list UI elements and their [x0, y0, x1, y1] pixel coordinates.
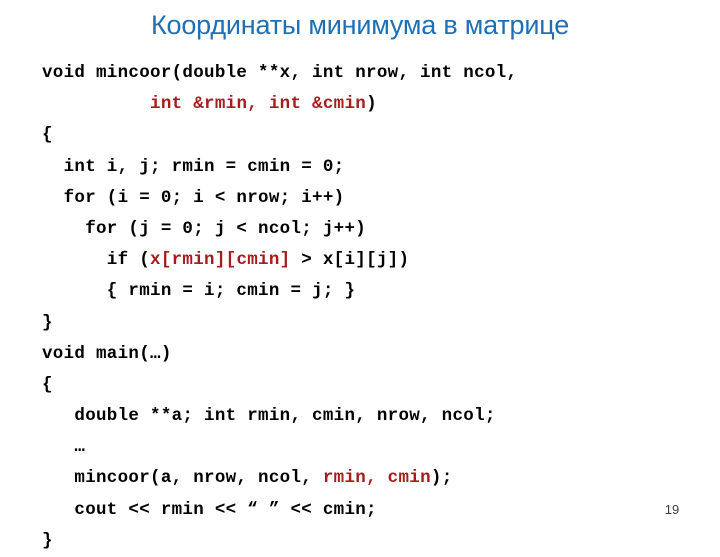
code-line: { — [42, 120, 692, 151]
code-line: … — [42, 432, 692, 463]
code-listing: void mincoor(double **x, int nrow, int n… — [42, 58, 692, 557]
code-line: } — [42, 308, 692, 339]
code-line: mincoor(a, nrow, ncol, rmin, cmin); — [42, 463, 692, 494]
code-token: { rmin = i; cmin = j; } — [42, 281, 356, 302]
code-line: } — [42, 526, 692, 557]
code-token: … — [42, 437, 86, 458]
slide-number: 19 — [664, 502, 680, 517]
code-line: void main(…) — [42, 339, 692, 370]
code-token: cout << rmin << “ ” << cmin; — [42, 499, 377, 520]
code-highlighted-token: rmin, cmin — [322, 468, 431, 489]
code-line: int &rmin, int &cmin) — [42, 89, 692, 120]
code-token: { — [42, 125, 53, 146]
code-token: double **a; int rmin, cmin, nrow, ncol; — [42, 406, 496, 427]
code-highlighted-token: x[rmin][cmin] — [150, 250, 291, 271]
code-token: void mincoor(double **x, int nrow, int n… — [42, 63, 518, 83]
page-title: Координаты минимума в матрице — [150, 10, 570, 40]
code-token: if ( — [42, 250, 151, 271]
code-token: ) — [366, 94, 377, 115]
code-line: int i, j; rmin = cmin = 0; — [42, 152, 692, 183]
code-token: for (i = 0; i < nrow; i++) — [42, 187, 345, 208]
code-token: ); — [430, 468, 453, 489]
code-line: double **a; int rmin, cmin, nrow, ncol; — [42, 401, 692, 432]
code-token: } — [42, 312, 53, 333]
code-token: void main(…) — [42, 343, 172, 364]
code-highlighted-token: int &rmin, int &cmin — [150, 94, 367, 115]
code-line: for (j = 0; j < ncol; j++) — [42, 214, 692, 245]
code-token: for (j = 0; j < ncol; j++) — [42, 218, 367, 239]
code-line: cout << rmin << “ ” << cmin; — [42, 495, 692, 526]
code-token: int i, j; rmin = cmin = 0; — [42, 156, 345, 177]
code-token: } — [42, 530, 53, 551]
code-token: { — [42, 374, 53, 395]
code-line: void mincoor(double **x, int nrow, int n… — [42, 58, 692, 89]
presentation-slide: Координаты минимума в матрице void minco… — [0, 0, 720, 551]
code-line: { — [42, 370, 692, 401]
code-token: > x[i][j]) — [290, 250, 410, 271]
code-line: for (i = 0; i < nrow; i++) — [42, 183, 692, 214]
code-line: if (x[rmin][cmin] > x[i][j]) — [42, 245, 692, 276]
code-token: mincoor(a, nrow, ncol, — [42, 468, 323, 489]
code-line: { rmin = i; cmin = j; } — [42, 276, 692, 307]
